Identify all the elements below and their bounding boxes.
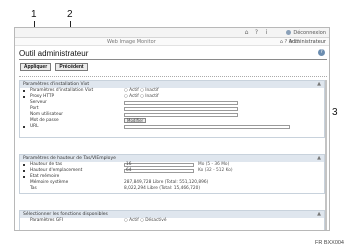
callout-1: 1 bbox=[31, 9, 37, 20]
figure-code: FR BXX004 bbox=[314, 240, 344, 246]
username-field[interactable] bbox=[124, 113, 238, 117]
title-divider bbox=[19, 59, 327, 60]
scrollbar[interactable] bbox=[325, 80, 327, 230]
app-title: Web Image Monitor bbox=[107, 39, 156, 45]
heap-size-field[interactable] bbox=[124, 163, 194, 167]
bullet-icon bbox=[23, 176, 25, 178]
section-header[interactable]: Paramètres de hauteur de Tas/VIEmploye ▲ bbox=[20, 155, 324, 162]
callout-2: 2 bbox=[67, 9, 73, 20]
apply-button[interactable]: Appliquer bbox=[20, 63, 51, 71]
top-toolbar: ⌂ ? i Déconnexion bbox=[15, 28, 329, 38]
previous-button[interactable]: Précédent bbox=[55, 63, 88, 71]
section-header[interactable]: Paramètres d'installation Vixt ▲ bbox=[20, 81, 324, 88]
page-title: Outil administrateur bbox=[19, 49, 89, 58]
radio-group[interactable]: ○ Actif ○ Désactivé bbox=[124, 218, 166, 224]
browser-screenshot: ⌂ ? i Déconnexion Web Image Monitor ⌂ ? … bbox=[14, 27, 330, 231]
setting-row: Paramètres GFI ○ Actif ○ Désactivé bbox=[30, 218, 167, 224]
bullet-icon bbox=[23, 90, 25, 92]
collapse-icon[interactable]: ▲ bbox=[317, 211, 321, 218]
section-vixt-install: Paramètres d'installation Vixt ▲ Paramètr… bbox=[19, 80, 325, 138]
server-field[interactable] bbox=[124, 101, 238, 105]
button-divider bbox=[19, 76, 327, 77]
collapse-icon[interactable]: ▲ bbox=[317, 155, 321, 162]
bullet-icon bbox=[23, 96, 25, 98]
url-field[interactable] bbox=[124, 125, 290, 129]
callout-3: 3 bbox=[332, 107, 338, 118]
bullet-icon bbox=[23, 126, 25, 128]
help-icon[interactable]: ? bbox=[253, 29, 260, 36]
stack-size-field[interactable] bbox=[124, 169, 194, 173]
user-role-label: Administrateur bbox=[288, 39, 326, 45]
section-heap-settings: Paramètres de hauteur de Tas/VIEmploye ▲ … bbox=[19, 154, 325, 194]
home-icon[interactable]: ⌂ bbox=[243, 29, 250, 36]
setting-row: Tas 8,022,294 Libre (Total: 15,466,720) bbox=[30, 186, 201, 191]
logout-link[interactable]: Déconnexion bbox=[286, 29, 326, 37]
bullet-icon bbox=[23, 170, 25, 172]
port-field[interactable] bbox=[124, 107, 238, 111]
bullet-icon bbox=[23, 164, 25, 166]
section-available-functions: Sélectionner les fonctions disponibles ▲ … bbox=[19, 210, 325, 230]
change-password-button[interactable]: Modifier bbox=[124, 118, 147, 123]
section-header[interactable]: Sélectionner les fonctions disponibles ▲ bbox=[20, 211, 324, 218]
logout-icon bbox=[286, 30, 292, 35]
info-icon[interactable]: i bbox=[263, 29, 270, 36]
setting-row: URL bbox=[20, 124, 324, 130]
collapse-icon[interactable]: ▲ bbox=[317, 81, 321, 88]
page-help-icon[interactable]: ? bbox=[318, 49, 325, 56]
header-bar: Web Image Monitor ⌂ ? ↻ ☐ Administrateur bbox=[15, 38, 329, 46]
